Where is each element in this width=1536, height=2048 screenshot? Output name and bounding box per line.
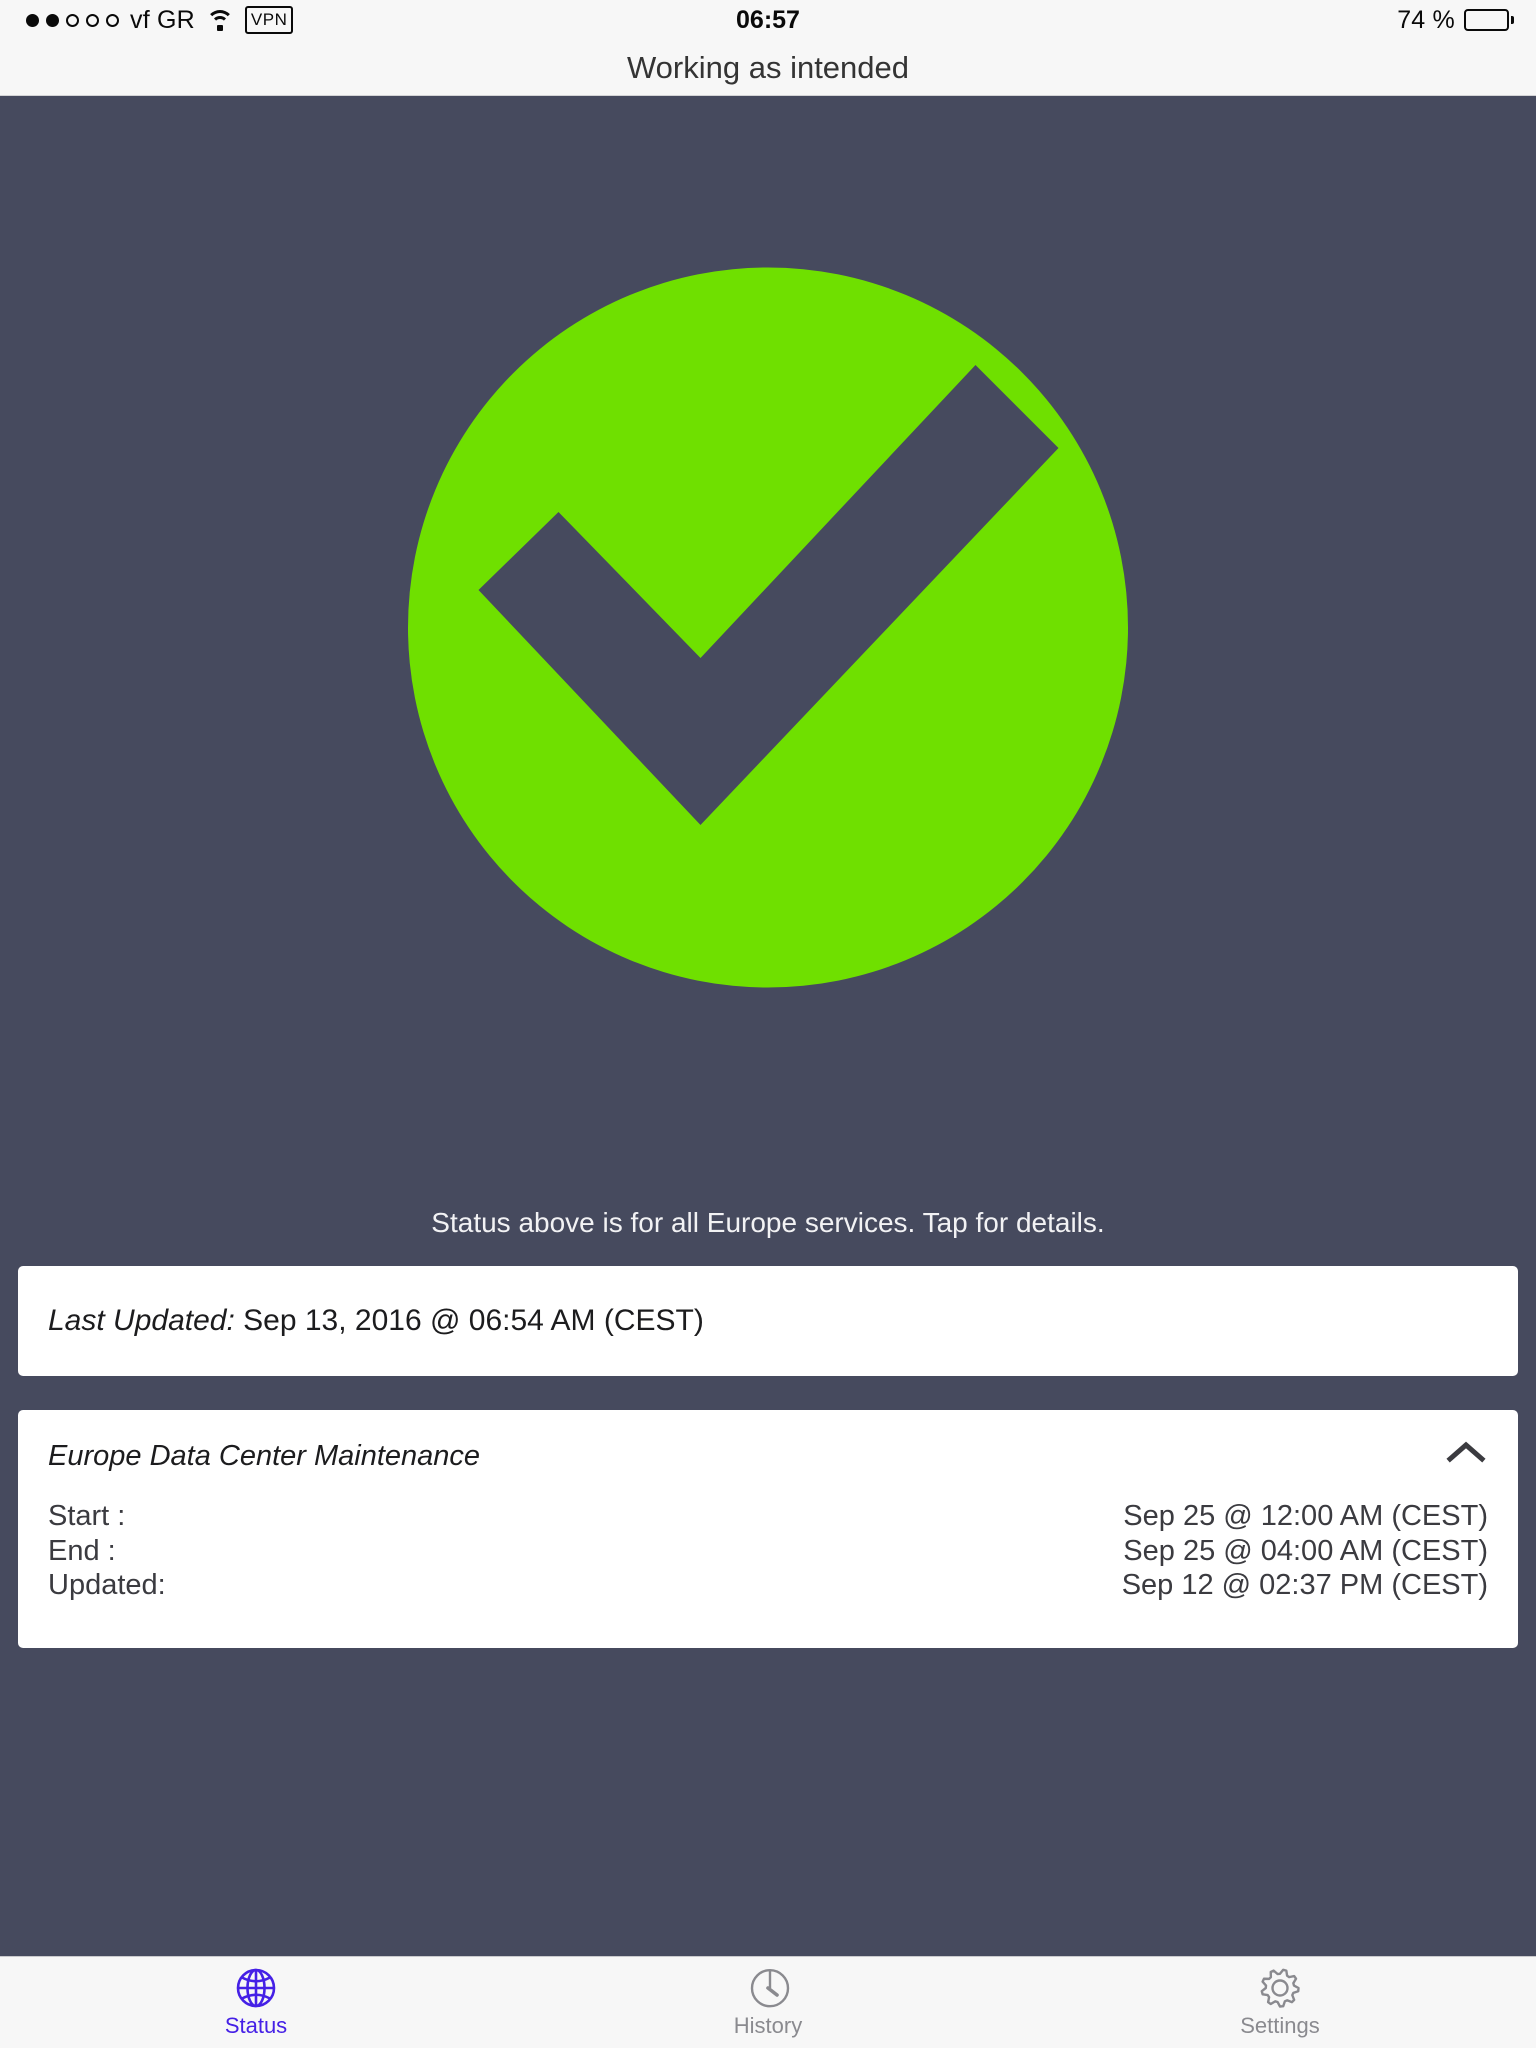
battery-percent-label: 74 %	[1397, 5, 1455, 34]
last-updated-value: Sep 13, 2016 @ 06:54 AM (CEST)	[243, 1304, 704, 1337]
status-note: Status above is for all Europe services.…	[431, 1207, 1105, 1238]
globe-icon[interactable]	[234, 1966, 278, 2010]
status-bar-right: 74 %	[1397, 6, 1514, 35]
table-row: Start : Sep 25 @ 12:00 AM (CEST)	[48, 1499, 1488, 1534]
status-bar: vf GR VPN 06:57 74 %	[0, 0, 1536, 40]
tab-status[interactable]: Status	[0, 1957, 512, 2048]
maintenance-row-label: Updated:	[48, 1569, 166, 1602]
page-title: Working as intended	[626, 49, 910, 85]
maintenance-header[interactable]: Europe Data Center Maintenance	[48, 1438, 1488, 1473]
maintenance-row-value: Sep 25 @ 12:00 AM (CEST)	[1123, 1500, 1488, 1532]
tab-history-label: History	[733, 2013, 803, 2038]
app-screen: vf GR VPN 06:57 74 % Working as intended…	[0, 0, 1536, 2048]
battery-icon	[1464, 9, 1514, 31]
gear-icon[interactable]	[1258, 1966, 1302, 2010]
maintenance-row-label: Start :	[48, 1500, 126, 1532]
maintenance-row-value: Sep 12 @ 02:37 PM (CEST)	[1121, 1569, 1488, 1602]
tab-history[interactable]: History	[512, 1957, 1024, 2048]
check-circle-icon[interactable]	[301, 160, 1236, 1095]
maintenance-row-label: End :	[48, 1534, 116, 1567]
clock-label: 06:57	[736, 5, 800, 34]
table-row: End : Sep 25 @ 04:00 AM (CEST)	[48, 1534, 1488, 1569]
tab-settings[interactable]: Settings	[1024, 1957, 1536, 2048]
tab-bar: Status History Settings	[0, 1956, 1536, 2048]
clock-icon[interactable]	[746, 1966, 790, 2010]
table-row: Updated: Sep 12 @ 02:37 PM (CEST)	[48, 1568, 1488, 1603]
last-updated-card: Last Updated: Sep 13, 2016 @ 06:54 AM (C…	[18, 1266, 1518, 1376]
tab-status-label: Status	[224, 2013, 288, 2038]
chevron-up-icon[interactable]	[1444, 1438, 1488, 1468]
tab-settings-label: Settings	[1240, 2013, 1320, 2038]
maintenance-row-value: Sep 25 @ 04:00 AM (CEST)	[1123, 1534, 1488, 1567]
status-indicator[interactable]	[301, 160, 1236, 1095]
maintenance-title: Europe Data Center Maintenance	[48, 1440, 481, 1472]
maintenance-card[interactable]: Europe Data Center Maintenance Start : S…	[18, 1410, 1518, 1648]
last-updated-label: Last Updated:	[48, 1304, 235, 1337]
navigation-bar: Working as intended	[0, 40, 1536, 96]
maintenance-rows: Start : Sep 25 @ 12:00 AM (CEST) End : S…	[48, 1499, 1488, 1603]
main-content: Status above is for all Europe services.…	[0, 97, 1536, 1956]
